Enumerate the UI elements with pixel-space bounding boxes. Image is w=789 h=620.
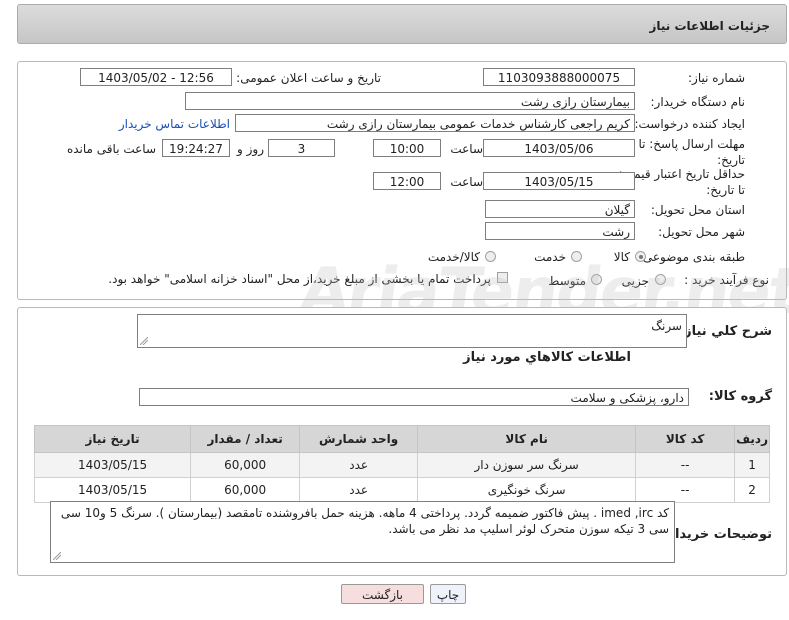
col-header-need-date: تاریخ نیاز: [33, 425, 192, 453]
buyer-org-field[interactable]: بیمارستان رازی رشت: [185, 92, 635, 110]
need-number-label: شماره نیاز:: [688, 71, 745, 85]
reply-deadline-date-field[interactable]: 1403/05/06: [483, 139, 635, 157]
province-field[interactable]: گیلان: [485, 200, 635, 218]
col-header-unit: واحد شمارش: [299, 425, 419, 453]
cell-quantity: 60,000: [190, 452, 301, 478]
summary-label: شرح کلي نياز:: [678, 324, 772, 339]
buyer-notes-field[interactable]: کد imed ,irc . پیش فاکتور ضمیمه گردد. پر…: [50, 501, 675, 563]
resize-handle-icon[interactable]: [140, 337, 148, 345]
cell-unit: عدد: [299, 477, 419, 503]
items-heading: اطلاعات کالاهاي مورد نياز: [463, 350, 631, 365]
group-label: گروه کالا:: [708, 389, 772, 404]
table-header-row: ردیف کد کالا نام کالا واحد شمارش تعداد /…: [33, 425, 770, 453]
cell-row-number: 2: [734, 477, 770, 503]
buyer-notes-label: توضیحات خریدار:: [662, 527, 772, 542]
back-button[interactable]: بازگشت: [341, 584, 424, 604]
cell-unit: عدد: [299, 452, 419, 478]
col-header-item-name: نام کالا: [417, 425, 637, 453]
province-label: استان محل تحویل:: [650, 203, 745, 217]
cell-item-name: سرنگ سر سوزن دار: [417, 452, 637, 478]
page-title: جزئیات اطلاعات نیاز: [649, 19, 770, 33]
reply-deadline-label: مهلت ارسال پاسخ: تا تاریخ:: [635, 136, 745, 168]
cell-need-date: 1403/05/15: [33, 452, 192, 478]
price-validity-time-field[interactable]: 12:00: [373, 172, 441, 190]
page-header: جزئیات اطلاعات نیاز: [17, 4, 787, 44]
cell-row-number: 1: [734, 452, 770, 478]
summary-value: سرنگ: [651, 319, 682, 333]
cell-item-code: --: [635, 477, 736, 503]
reply-deadline-label-text: مهلت ارسال پاسخ: تا تاریخ:: [638, 137, 745, 167]
remaining-time-label: ساعت باقی مانده: [66, 142, 156, 156]
buyer-notes-text: کد imed ,irc . پیش فاکتور ضمیمه گردد. پر…: [60, 506, 669, 536]
price-validity-label-text: حداقل تاریخ اعتبار قیمت: تا تاریخ:: [618, 167, 745, 197]
group-field[interactable]: دارو، پزشکی و سلامت: [139, 388, 689, 406]
cell-need-date: 1403/05/15: [33, 477, 192, 503]
announce-datetime-field[interactable]: 1403/05/02 - 12:56: [80, 68, 232, 86]
city-label: شهر محل تحویل:: [658, 225, 745, 239]
items-table: ردیف کد کالا نام کالا واحد شمارش تعداد /…: [33, 425, 770, 503]
remaining-days-field[interactable]: 3: [268, 139, 335, 157]
remaining-time-field[interactable]: 19:24:27: [162, 139, 230, 157]
reply-deadline-time-field[interactable]: 10:00: [373, 139, 441, 157]
resize-handle-icon[interactable]: [53, 552, 61, 560]
days-label: روز و: [237, 142, 264, 156]
summary-field[interactable]: سرنگ: [137, 314, 687, 348]
col-header-row-number: ردیف: [734, 425, 770, 453]
price-validity-date-field[interactable]: 1403/05/15: [483, 172, 635, 190]
col-header-quantity: تعداد / مقدار: [190, 425, 301, 453]
city-field[interactable]: رشت: [485, 222, 635, 240]
cell-quantity: 60,000: [190, 477, 301, 503]
buyer-org-label: نام دستگاه خریدار:: [650, 95, 746, 109]
need-number-field[interactable]: 1103093888000075: [483, 68, 635, 86]
requester-label: ایجاد کننده درخواست:: [634, 117, 745, 131]
cell-item-name: سرنگ خونگیری: [417, 477, 637, 503]
announce-datetime-label: تاریخ و ساعت اعلان عمومی:: [236, 71, 381, 85]
col-header-item-code: کد کالا: [635, 425, 736, 453]
table-row[interactable]: 1 -- سرنگ سر سوزن دار عدد 60,000 1403/05…: [33, 452, 770, 478]
price-validity-time-label: ساعت: [450, 175, 483, 189]
reply-deadline-time-label: ساعت: [450, 142, 483, 156]
print-button[interactable]: چاپ: [430, 584, 466, 604]
cell-item-code: --: [635, 452, 736, 478]
buyer-contact-link[interactable]: اطلاعات تماس خریدار: [119, 117, 230, 131]
requester-field[interactable]: کریم راجعی کارشناس خدمات عمومی بیمارستان…: [235, 114, 635, 132]
table-row[interactable]: 2 -- سرنگ خونگیری عدد 60,000 1403/05/15: [33, 477, 770, 503]
